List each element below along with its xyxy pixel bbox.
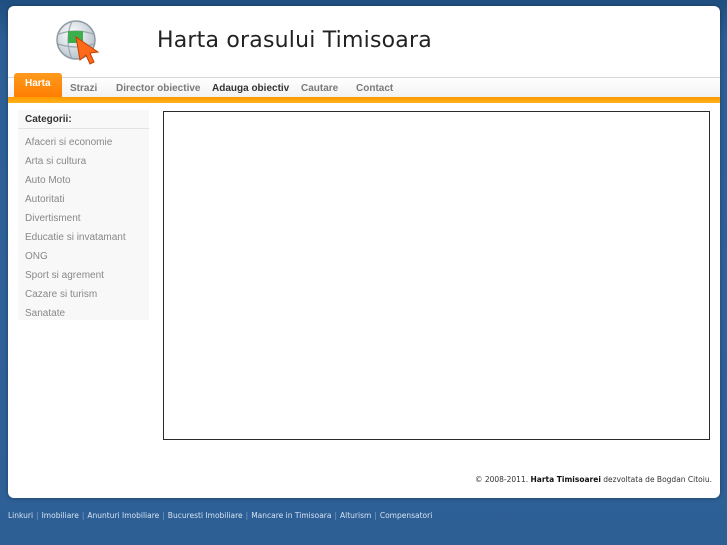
category-item-educatie[interactable]: Educatie si invatamant [25, 228, 126, 247]
copyright-prefix: © 2008-2011. [474, 475, 529, 484]
category-item-afaceri[interactable]: Afaceri si economie [25, 133, 126, 152]
footer-separator: | [162, 511, 165, 520]
category-list: Afaceri si economie Arta si cultura Auto… [25, 133, 126, 323]
footer-link-mancare-timisoara[interactable]: Mancare in Timisoara [251, 511, 331, 520]
globe-cursor-icon[interactable] [54, 18, 102, 66]
main-navigation: Harta Strazi Director obiective Adauga o… [8, 73, 720, 99]
footer-link-linkuri[interactable]: Linkuri [8, 511, 33, 520]
footer-separator: | [81, 511, 85, 520]
category-item-arta[interactable]: Arta si cultura [25, 152, 126, 171]
category-item-sanatate[interactable]: Sanatate [25, 304, 126, 323]
category-item-divertisment[interactable]: Divertisment [25, 209, 126, 228]
category-item-auto-moto[interactable]: Auto Moto [25, 171, 126, 190]
footer-link-anunturi-imobiliare[interactable]: Anunturi Imobiliare [87, 511, 159, 520]
category-item-autoritati[interactable]: Autoritati [25, 190, 126, 209]
footer-separator: | [245, 511, 249, 520]
copyright-brand: Harta Timisoarei [530, 475, 601, 484]
footer-links: Linkuri | Imobiliare | Anunturi Imobiliare | B… [8, 511, 432, 520]
category-sidebar: Categorii: Afaceri si economie Arta si c… [18, 110, 149, 320]
nav-accent-stripe [8, 97, 720, 103]
category-item-sport[interactable]: Sport si agrement [25, 266, 126, 285]
footer-separator: | [36, 511, 39, 520]
category-item-cazare[interactable]: Cazare si turism [25, 285, 126, 304]
copyright-notice: © 2008-2011. Harta Timisoarei dezvoltata… [475, 475, 712, 484]
site-title: Harta orasului Timisoara [157, 28, 432, 53]
footer-link-imobiliare[interactable]: Imobiliare [42, 511, 79, 520]
footer-link-bucuresti-imobiliare[interactable]: Bucuresti Imobiliare [168, 511, 243, 520]
category-item-ong[interactable]: ONG [25, 247, 126, 266]
footer-separator: | [374, 511, 377, 520]
map-canvas[interactable] [163, 111, 710, 440]
sidebar-divider [18, 128, 149, 129]
nav-tab-harta[interactable]: Harta [14, 73, 62, 99]
footer-separator: | [334, 511, 338, 520]
footer-link-compensatori[interactable]: Compensatori [380, 511, 432, 520]
page-card: Harta orasului Timisoara Harta Strazi Di… [8, 6, 720, 498]
sidebar-title: Categorii: [25, 114, 72, 125]
footer-link-alturism[interactable]: Alturism [340, 511, 371, 520]
copyright-suffix: dezvoltata de Bogdan Citoiu. [603, 475, 712, 484]
